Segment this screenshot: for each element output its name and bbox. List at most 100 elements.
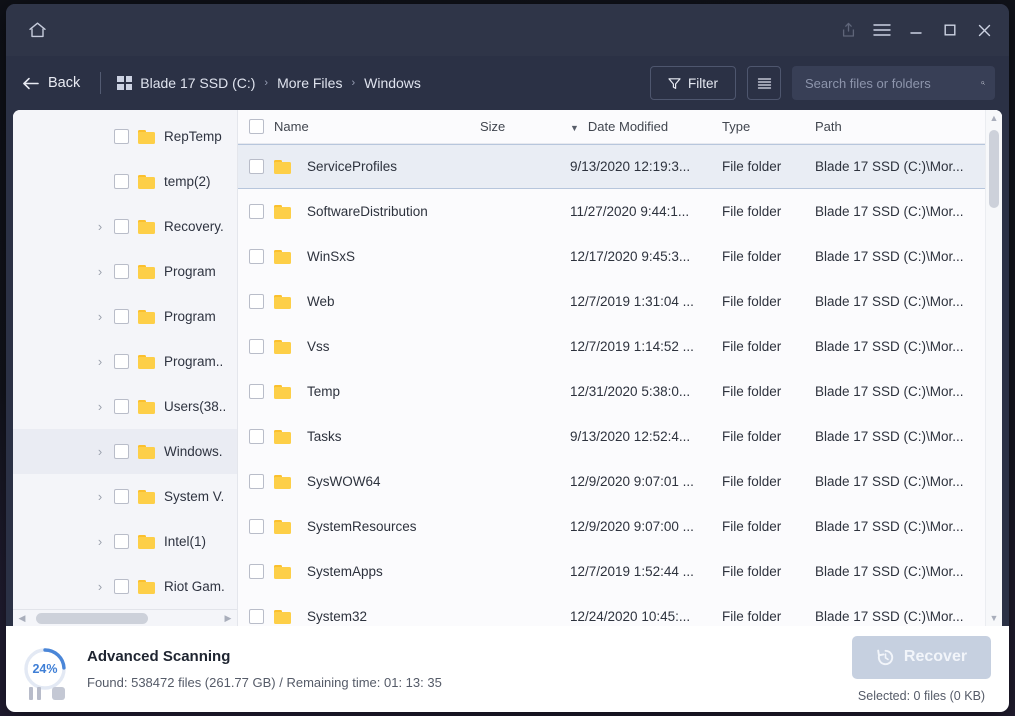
navigation-bar: Back Blade 17 SSD (C:) › More Files › Wi… bbox=[6, 56, 1009, 110]
chevron-right-icon[interactable]: › bbox=[92, 354, 108, 369]
select-all-checkbox[interactable] bbox=[249, 119, 264, 134]
tree-item-checkbox[interactable] bbox=[114, 129, 129, 144]
cell-date-modified: 9/13/2020 12:52:4... bbox=[570, 429, 722, 444]
file-list-vertical-scrollbar[interactable]: ▲ ▼ bbox=[985, 110, 1002, 626]
row-checkbox[interactable] bbox=[249, 159, 264, 174]
view-toggle-button[interactable] bbox=[747, 66, 781, 100]
chevron-right-icon[interactable]: › bbox=[92, 309, 108, 324]
table-row[interactable]: SystemApps12/7/2019 1:52:44 ...File fold… bbox=[238, 549, 985, 594]
chevron-right-icon[interactable]: › bbox=[92, 534, 108, 549]
table-row[interactable]: Web12/7/2019 1:31:04 ...File folderBlade… bbox=[238, 279, 985, 324]
table-row[interactable]: Tasks9/13/2020 12:52:4...File folderBlad… bbox=[238, 414, 985, 459]
chevron-right-icon[interactable]: › bbox=[92, 219, 108, 234]
sidebar-horizontal-scrollbar[interactable]: ◀ ▶ bbox=[13, 609, 237, 626]
cell-path: Blade 17 SSD (C:)\Mor... bbox=[815, 564, 985, 579]
pause-button[interactable] bbox=[29, 687, 41, 700]
sidebar-tree-item[interactable]: ›Recovery. bbox=[13, 204, 237, 249]
cell-type: File folder bbox=[722, 609, 815, 624]
tree-item-checkbox[interactable] bbox=[114, 174, 129, 189]
tree-item-checkbox[interactable] bbox=[114, 534, 129, 549]
chevron-right-icon[interactable]: › bbox=[92, 264, 108, 279]
chevron-right-icon[interactable]: › bbox=[92, 579, 108, 594]
h-scroll-track[interactable] bbox=[28, 613, 222, 624]
sidebar-tree-item[interactable]: RepTemp bbox=[13, 114, 237, 159]
search-input[interactable] bbox=[805, 76, 981, 91]
column-header-size[interactable]: Size bbox=[480, 119, 570, 134]
sidebar-tree-item[interactable]: ›Users(38.. bbox=[13, 384, 237, 429]
row-checkbox[interactable] bbox=[249, 519, 264, 534]
scroll-down-arrow-icon[interactable]: ▼ bbox=[990, 610, 999, 626]
sidebar-tree-item[interactable]: ›Program bbox=[13, 249, 237, 294]
row-check-cell bbox=[238, 339, 274, 354]
table-row[interactable]: Temp12/31/2020 5:38:0...File folderBlade… bbox=[238, 369, 985, 414]
table-row[interactable]: SoftwareDistribution11/27/2020 9:44:1...… bbox=[238, 189, 985, 234]
tree-item-checkbox[interactable] bbox=[114, 309, 129, 324]
tree-item-checkbox[interactable] bbox=[114, 399, 129, 414]
sidebar-tree-item[interactable]: temp(2) bbox=[13, 159, 237, 204]
table-row[interactable]: System3212/24/2020 10:45:...File folderB… bbox=[238, 594, 985, 626]
row-checkbox[interactable] bbox=[249, 609, 264, 624]
scroll-right-arrow-icon[interactable]: ▶ bbox=[222, 613, 234, 624]
row-check-cell bbox=[238, 429, 274, 444]
row-checkbox[interactable] bbox=[249, 474, 264, 489]
sidebar-tree-item[interactable]: ›Program bbox=[13, 294, 237, 339]
tree-item-checkbox[interactable] bbox=[114, 219, 129, 234]
table-row[interactable]: Vss12/7/2019 1:14:52 ...File folderBlade… bbox=[238, 324, 985, 369]
tree-item-checkbox[interactable] bbox=[114, 264, 129, 279]
breadcrumb-item-more-files[interactable]: More Files bbox=[276, 73, 343, 93]
h-scroll-thumb[interactable] bbox=[36, 613, 149, 624]
menu-button[interactable] bbox=[865, 4, 899, 56]
breadcrumb-item-drive[interactable]: Blade 17 SSD (C:) bbox=[139, 73, 256, 93]
v-scroll-thumb[interactable] bbox=[989, 130, 999, 208]
sidebar-tree-item[interactable]: ›Program.. bbox=[13, 339, 237, 384]
row-checkbox[interactable] bbox=[249, 564, 264, 579]
select-all-cell bbox=[238, 119, 274, 134]
chevron-right-icon[interactable]: › bbox=[92, 399, 108, 414]
column-header-name[interactable]: Name bbox=[274, 119, 480, 134]
row-checkbox[interactable] bbox=[249, 339, 264, 354]
sidebar-tree-item[interactable]: ›System V. bbox=[13, 474, 237, 519]
back-button[interactable]: Back bbox=[20, 71, 82, 95]
search-box[interactable] bbox=[792, 66, 995, 100]
breadcrumb-item-windows[interactable]: Windows bbox=[363, 73, 422, 93]
filter-button[interactable]: Filter bbox=[650, 66, 736, 100]
cell-name: Vss bbox=[274, 339, 480, 354]
sidebar-tree-item[interactable]: ›Riot Gam. bbox=[13, 564, 237, 609]
file-name-label: Temp bbox=[307, 384, 340, 399]
scroll-left-arrow-icon[interactable]: ◀ bbox=[16, 613, 28, 624]
row-checkbox[interactable] bbox=[249, 249, 264, 264]
scroll-up-arrow-icon[interactable]: ▲ bbox=[990, 110, 999, 126]
column-header-type[interactable]: Type bbox=[722, 119, 815, 134]
chevron-right-icon[interactable]: › bbox=[92, 489, 108, 504]
home-button[interactable] bbox=[20, 15, 54, 45]
recover-button[interactable]: Recover bbox=[852, 636, 991, 679]
tree-item-checkbox[interactable] bbox=[114, 489, 129, 504]
column-header-path[interactable]: Path bbox=[815, 119, 985, 134]
column-header-date-modified[interactable]: ▼Date Modified bbox=[570, 119, 722, 134]
sidebar-tree-item[interactable]: ›Intel(1) bbox=[13, 519, 237, 564]
folder-icon bbox=[274, 295, 291, 309]
table-row[interactable]: SysWOW6412/9/2020 9:07:01 ...File folder… bbox=[238, 459, 985, 504]
folder-icon bbox=[138, 175, 155, 189]
table-row[interactable]: ServiceProfiles9/13/2020 12:19:3...File … bbox=[238, 144, 985, 189]
sidebar-tree-item[interactable]: ›Windows. bbox=[13, 429, 237, 474]
row-checkbox[interactable] bbox=[249, 429, 264, 444]
stop-button[interactable] bbox=[52, 687, 65, 700]
share-button[interactable] bbox=[831, 4, 865, 56]
minimize-button[interactable] bbox=[899, 4, 933, 56]
row-checkbox[interactable] bbox=[249, 294, 264, 309]
chevron-right-icon[interactable]: › bbox=[92, 444, 108, 459]
table-row[interactable]: WinSxS12/17/2020 9:45:3...File folderBla… bbox=[238, 234, 985, 279]
close-button[interactable] bbox=[967, 4, 1009, 56]
v-scroll-track[interactable] bbox=[986, 126, 1002, 610]
cell-date-modified: 12/9/2020 9:07:01 ... bbox=[570, 474, 722, 489]
row-checkbox[interactable] bbox=[249, 384, 264, 399]
search-icon[interactable] bbox=[981, 75, 985, 91]
table-row[interactable]: SystemResources12/9/2020 9:07:00 ...File… bbox=[238, 504, 985, 549]
tree-item-checkbox[interactable] bbox=[114, 579, 129, 594]
folder-icon bbox=[274, 430, 291, 444]
tree-item-checkbox[interactable] bbox=[114, 354, 129, 369]
tree-item-checkbox[interactable] bbox=[114, 444, 129, 459]
maximize-button[interactable] bbox=[933, 4, 967, 56]
row-checkbox[interactable] bbox=[249, 204, 264, 219]
